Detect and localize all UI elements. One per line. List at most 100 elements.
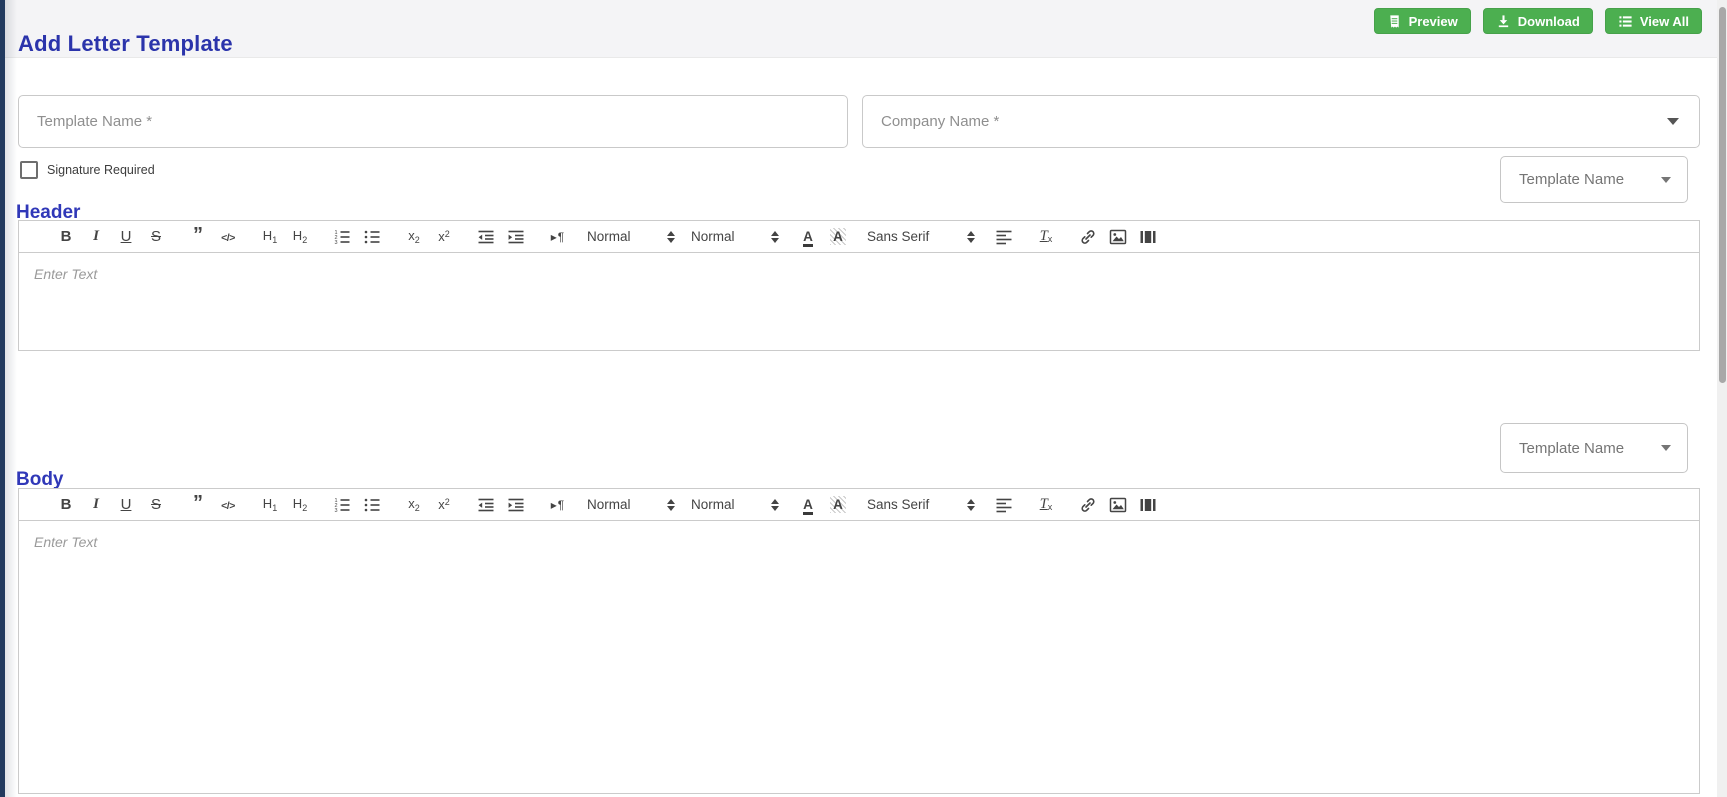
insert-video-icon xyxy=(1139,228,1157,246)
signature-required-row: Signature Required xyxy=(20,161,155,179)
direction-rtl-button[interactable]: ▸¶ xyxy=(545,225,571,249)
header-editor: B I U S ” </> H1 H2 1 2 3 x2 x2 ▸¶ Normal Normal A A Sans … xyxy=(18,220,1700,351)
insert-link-icon xyxy=(1079,228,1097,246)
topbar-actions: Preview Download View All xyxy=(1373,8,1702,34)
preview-button-label: Preview xyxy=(1408,13,1458,29)
bold-icon: B xyxy=(60,496,72,513)
vertical-scrollbar[interactable] xyxy=(1717,0,1727,797)
subscript-button[interactable]: x2 xyxy=(401,493,427,517)
blockquote-button[interactable]: ” xyxy=(185,493,211,517)
superscript-icon: x2 xyxy=(438,229,450,244)
updown-caret-icon xyxy=(967,230,975,243)
code-block-button[interactable]: </> xyxy=(215,225,241,249)
code-block-button[interactable]: </> xyxy=(215,493,241,517)
clean-formatting-button[interactable]: Tx xyxy=(1033,493,1059,517)
signature-required-label: Signature Required xyxy=(47,163,155,177)
align-icon xyxy=(995,228,1013,246)
strike-button[interactable]: S xyxy=(143,225,169,249)
align-button[interactable] xyxy=(991,225,1017,249)
bullet-list-button[interactable] xyxy=(359,225,385,249)
header-1-button[interactable]: H1 xyxy=(257,493,283,517)
header-1-icon: H1 xyxy=(262,228,278,245)
header-2-button[interactable]: H2 xyxy=(287,493,313,517)
toolbar-group: 123 xyxy=(329,225,385,249)
heading-select[interactable]: Normal xyxy=(691,497,779,512)
underline-button[interactable]: U xyxy=(113,225,139,249)
toolbar-group: AA xyxy=(795,225,851,249)
strike-button[interactable]: S xyxy=(143,493,169,517)
toolbar-group: AA xyxy=(795,493,851,517)
preview-button[interactable]: Preview xyxy=(1373,8,1471,34)
download-icon xyxy=(1496,14,1511,29)
strike-icon: S xyxy=(150,228,161,245)
underline-icon: U xyxy=(120,228,132,245)
insert-video-button[interactable] xyxy=(1135,225,1161,249)
ordered-list-button[interactable]: 123 xyxy=(329,493,355,517)
background-color-button[interactable]: A xyxy=(825,225,851,249)
bullet-list-button[interactable] xyxy=(359,493,385,517)
bold-button[interactable]: B xyxy=(53,225,79,249)
superscript-button[interactable]: x2 xyxy=(431,225,457,249)
font-select[interactable]: Sans Serif xyxy=(867,497,975,512)
insert-image-button[interactable] xyxy=(1105,493,1131,517)
underline-button[interactable]: U xyxy=(113,493,139,517)
size-select[interactable]: Normal xyxy=(587,229,675,244)
insert-image-button[interactable] xyxy=(1105,225,1131,249)
blockquote-icon: ” xyxy=(193,224,203,246)
toolbar-group: ▸¶ xyxy=(545,493,571,517)
chevron-down-icon xyxy=(1667,118,1679,125)
heading-select[interactable]: Normal xyxy=(691,229,779,244)
indent-button[interactable] xyxy=(503,225,529,249)
sidebar-edge xyxy=(0,0,5,797)
superscript-button[interactable]: x2 xyxy=(431,493,457,517)
background-color-button[interactable]: A xyxy=(825,493,851,517)
ordered-list-icon: 123 xyxy=(333,496,351,514)
toolbar-group: x2 x2 xyxy=(401,493,457,517)
direction-rtl-button[interactable]: ▸¶ xyxy=(545,493,571,517)
scrollbar-thumb[interactable] xyxy=(1718,7,1726,383)
header-editor-toolbar: B I U S ” </> H1 H2 1 2 3 x2 x2 ▸¶ Normal Normal A A Sans … xyxy=(19,221,1699,253)
svg-text:3: 3 xyxy=(335,240,338,246)
header-2-button[interactable]: H2 xyxy=(287,225,313,249)
toolbar-group: Tx xyxy=(1033,225,1059,249)
outdent-button[interactable] xyxy=(473,493,499,517)
updown-caret-icon xyxy=(667,498,675,511)
toolbar-group: Normal xyxy=(691,497,779,512)
clean-formatting-icon: Tx xyxy=(1039,496,1053,512)
header-template-field-dropdown[interactable]: Template Name xyxy=(1500,156,1688,203)
align-button[interactable] xyxy=(991,493,1017,517)
company-name-select[interactable]: Company Name * xyxy=(862,95,1700,148)
header-editor-placeholder: Enter Text xyxy=(34,266,98,282)
size-select[interactable]: Normal xyxy=(587,497,675,512)
insert-link-button[interactable] xyxy=(1075,225,1101,249)
view-all-button[interactable]: View All xyxy=(1604,8,1702,34)
font-select[interactable]: Sans Serif xyxy=(867,229,975,244)
body-template-field-dropdown[interactable]: Template Name xyxy=(1500,423,1688,473)
toolbar-group: Normal xyxy=(587,229,675,244)
header-1-icon: H1 xyxy=(262,496,278,513)
subscript-button[interactable]: x2 xyxy=(401,225,427,249)
clean-formatting-button[interactable]: Tx xyxy=(1033,225,1059,249)
view-all-button-label: View All xyxy=(1639,13,1689,29)
insert-video-button[interactable] xyxy=(1135,493,1161,517)
header-2-icon: H2 xyxy=(292,496,308,513)
bold-button[interactable]: B xyxy=(53,493,79,517)
signature-required-checkbox[interactable] xyxy=(20,161,38,179)
text-color-button[interactable]: A xyxy=(795,225,821,249)
outdent-button[interactable] xyxy=(473,225,499,249)
italic-button[interactable]: I xyxy=(83,225,109,249)
ordered-list-button[interactable]: 123 xyxy=(329,225,355,249)
page-title: Add Letter Template xyxy=(18,30,233,56)
insert-link-button[interactable] xyxy=(1075,493,1101,517)
template-name-input[interactable] xyxy=(18,95,848,148)
toolbar-group: BIU S xyxy=(53,225,169,249)
toolbar-group xyxy=(1075,493,1161,517)
indent-button[interactable] xyxy=(503,493,529,517)
text-color-button[interactable]: A xyxy=(795,493,821,517)
blockquote-button[interactable]: ” xyxy=(185,225,211,249)
italic-button[interactable]: I xyxy=(83,493,109,517)
toolbar-group: Sans Serif xyxy=(867,497,975,512)
download-button[interactable]: Download xyxy=(1482,8,1593,34)
header-1-button[interactable]: H1 xyxy=(257,225,283,249)
header-2-icon: H2 xyxy=(292,228,308,245)
